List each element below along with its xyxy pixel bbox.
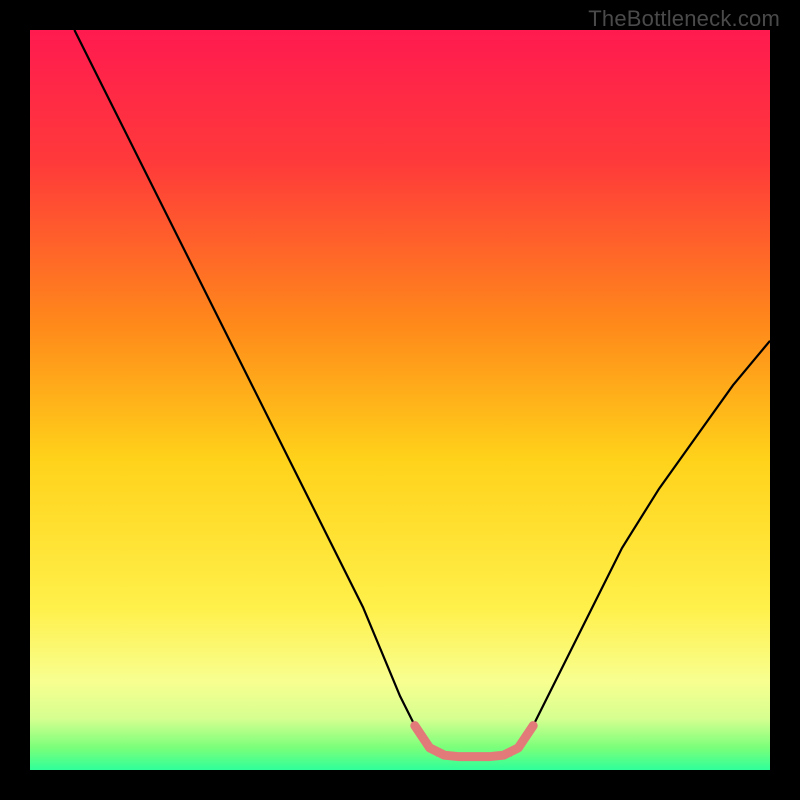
- series-optimal-zone-marker: [415, 726, 533, 757]
- chart-curves: [30, 30, 770, 770]
- series-bottleneck-curve: [74, 30, 770, 759]
- watermark-text: TheBottleneck.com: [588, 6, 780, 32]
- chart-root: TheBottleneck.com: [0, 0, 800, 800]
- plot-area: [30, 30, 770, 770]
